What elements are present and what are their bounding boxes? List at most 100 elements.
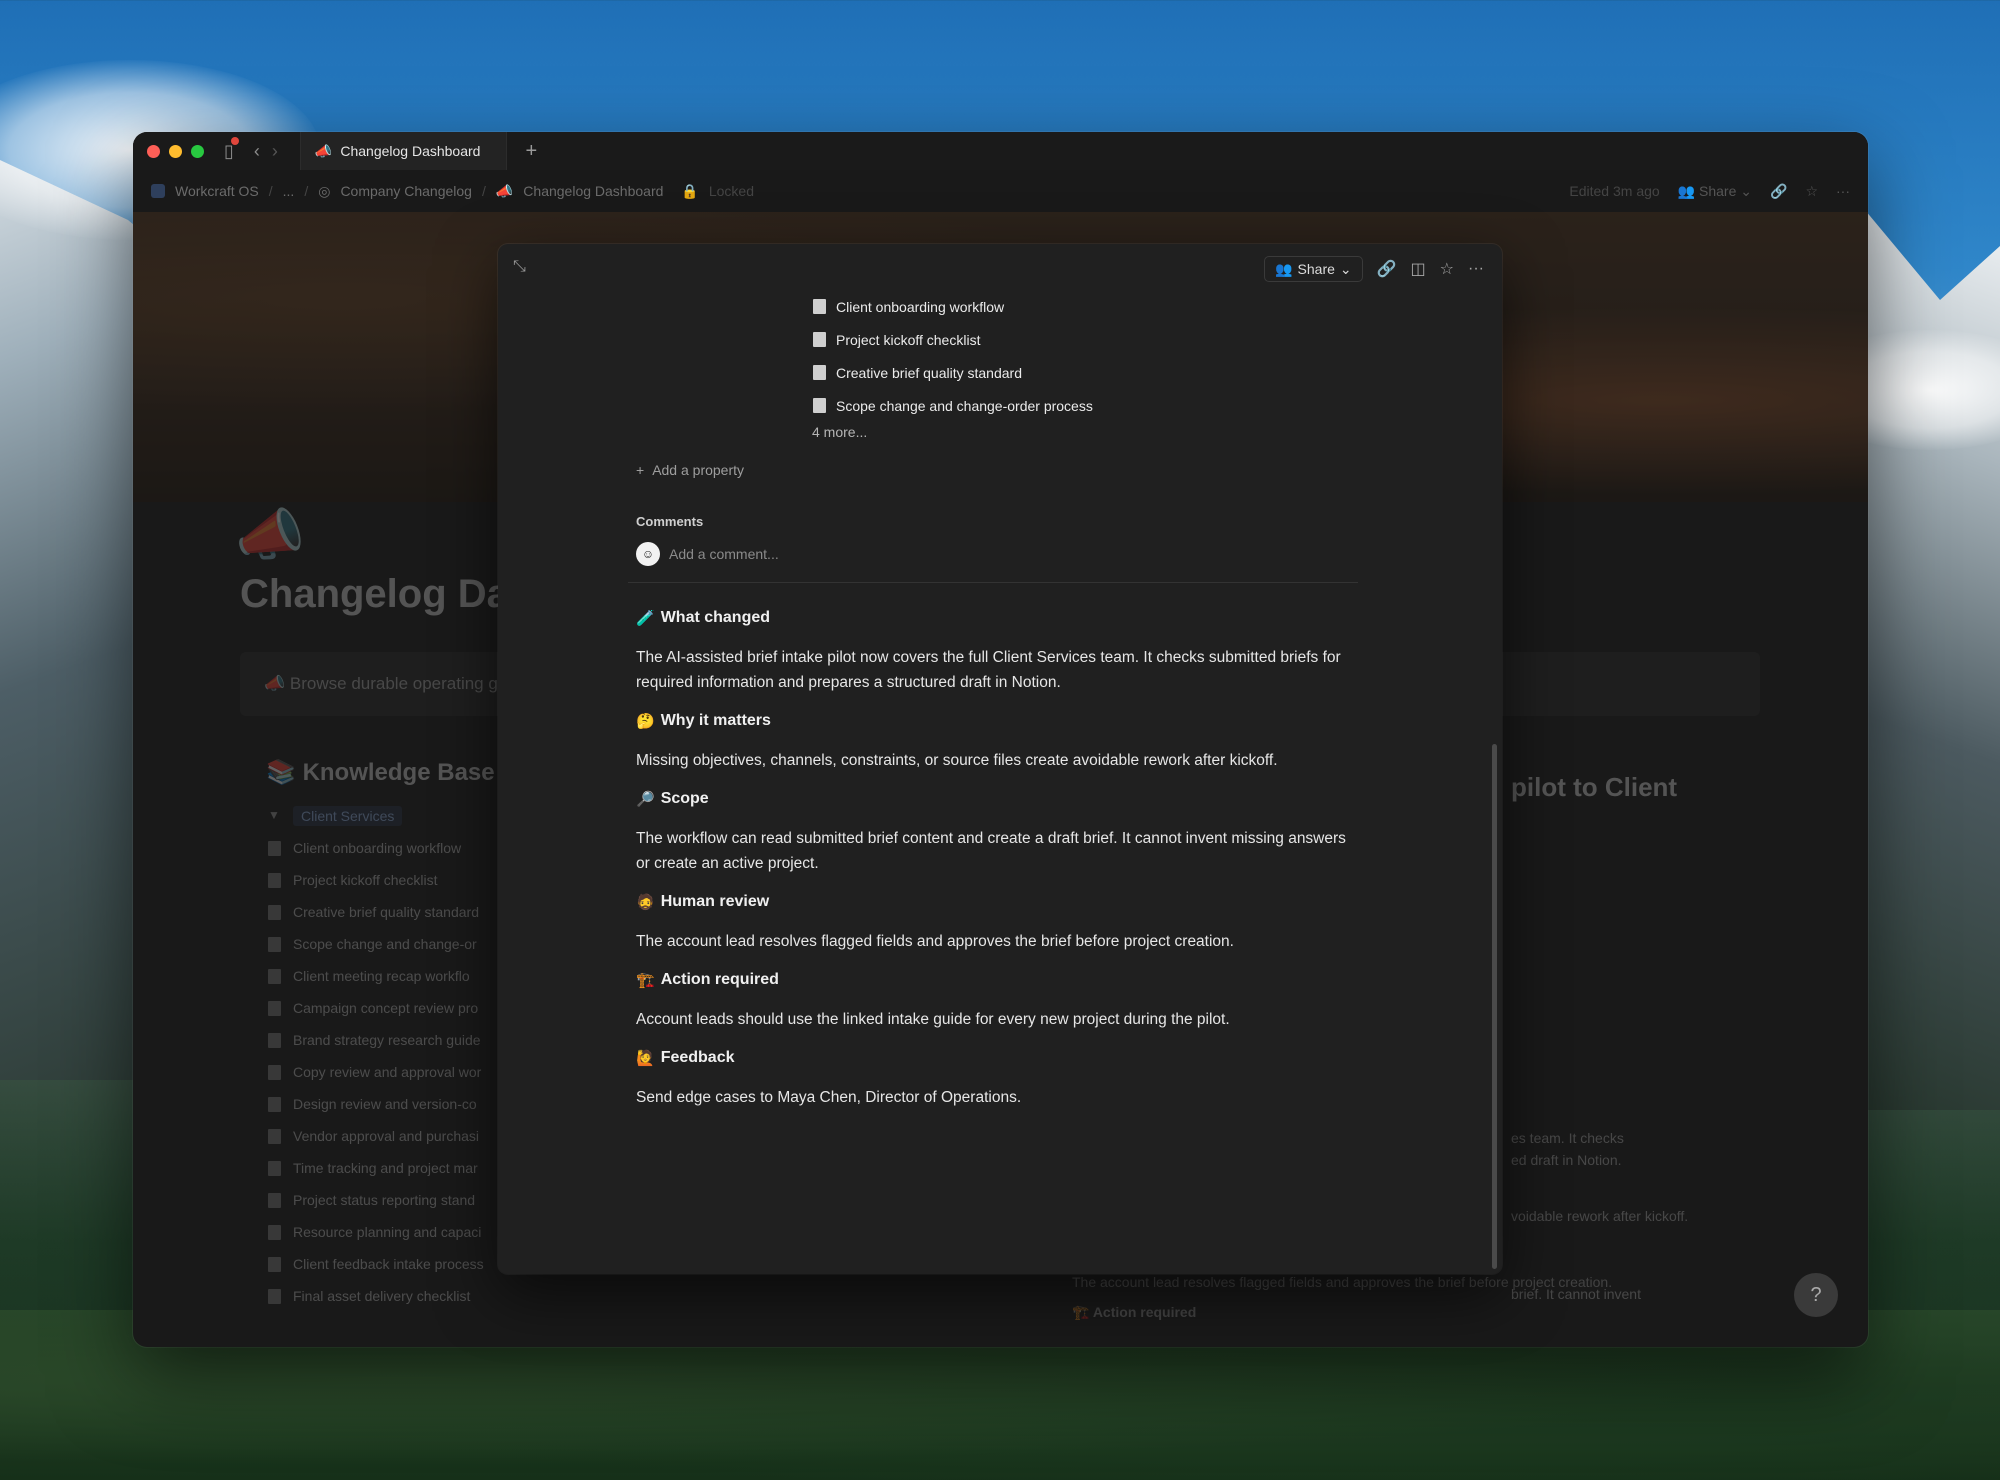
list-item[interactable]: Design review and version-co bbox=[268, 1088, 484, 1120]
list-item-label: Client onboarding workflow bbox=[293, 840, 462, 856]
comments-heading: Comments bbox=[636, 514, 704, 529]
scrollbar[interactable] bbox=[1492, 744, 1497, 1269]
section-text: The AI-assisted brief intake pilot now c… bbox=[636, 649, 1341, 691]
list-item[interactable]: Client onboarding workflow bbox=[268, 832, 484, 864]
comment-input[interactable]: Add a comment... bbox=[669, 546, 779, 562]
raised-hand-icon: 🙋 bbox=[636, 1050, 655, 1067]
megaphone-icon: 📣 bbox=[235, 503, 305, 566]
new-tab-button[interactable]: + bbox=[525, 140, 537, 163]
list-item[interactable]: Time tracking and project mar bbox=[268, 1152, 484, 1184]
page-icon bbox=[268, 1192, 281, 1208]
background-action-label: Action required bbox=[1092, 1304, 1197, 1320]
list-item-label: Copy review and approval wor bbox=[293, 1064, 482, 1080]
link-icon[interactable]: 🔗 bbox=[1770, 183, 1787, 200]
link-icon[interactable]: 🔗 bbox=[1377, 259, 1397, 279]
page-icon bbox=[268, 840, 281, 856]
list-item[interactable]: Campaign concept review pro bbox=[268, 992, 484, 1024]
share-label: Share bbox=[1297, 261, 1335, 277]
sidebar-toggle-icon[interactable]: ▯ bbox=[224, 137, 239, 160]
related-page-label: Creative brief quality standard bbox=[836, 364, 1022, 381]
related-page-link[interactable]: Client onboarding workflow bbox=[813, 290, 1093, 323]
collapse-caret-icon[interactable]: ▼ bbox=[268, 808, 280, 822]
section-heading-text: What changed bbox=[660, 609, 771, 626]
related-page-link[interactable]: Project kickoff checklist bbox=[813, 323, 1093, 356]
section-heading-text: Action required bbox=[660, 971, 779, 988]
help-button[interactable]: ? bbox=[1794, 1273, 1838, 1317]
tab-changelog-dashboard[interactable]: 📣 Changelog Dashboard bbox=[299, 132, 508, 170]
list-item[interactable]: Final asset delivery checklist bbox=[268, 1280, 484, 1312]
list-item[interactable]: Scope change and change-or bbox=[268, 928, 484, 960]
list-item[interactable]: Creative brief quality standard bbox=[268, 896, 484, 928]
list-item[interactable]: Copy review and approval wor bbox=[268, 1056, 484, 1088]
list-item-label: Final asset delivery checklist bbox=[293, 1288, 471, 1304]
list-item[interactable]: Brand strategy research guide bbox=[268, 1024, 484, 1056]
breadcrumb-item-ellipsis[interactable]: ... bbox=[283, 183, 295, 199]
add-property-button[interactable]: + Add a property bbox=[636, 462, 744, 478]
avatar: ☺ bbox=[636, 542, 660, 566]
more-options-icon[interactable]: ··· bbox=[1836, 183, 1850, 199]
back-arrow-icon[interactable]: ‹ bbox=[254, 142, 260, 160]
related-page-link[interactable]: Creative brief quality standard bbox=[813, 356, 1093, 389]
star-icon[interactable]: ☆ bbox=[1805, 183, 1818, 200]
list-item[interactable]: Client meeting recap workflo bbox=[268, 960, 484, 992]
section-heading: 🤔 Why it matters bbox=[636, 712, 1356, 730]
knowledge-base-title: Knowledge Base bbox=[302, 759, 495, 786]
background-snippet: ed draft in Notion. bbox=[1511, 1152, 1622, 1168]
thinking-face-icon: 🤔 bbox=[636, 713, 655, 730]
breadcrumb-item-workspace[interactable]: Workcraft OS bbox=[175, 183, 259, 199]
zoom-window-button[interactable] bbox=[191, 144, 204, 158]
comment-input-row[interactable]: ☺ Add a comment... bbox=[636, 542, 779, 566]
list-item-label: Creative brief quality standard bbox=[293, 904, 479, 920]
section-heading-text: Feedback bbox=[660, 1049, 735, 1066]
edited-timestamp: Edited 3m ago bbox=[1569, 183, 1660, 199]
list-item[interactable]: Client feedback intake process bbox=[268, 1248, 484, 1280]
list-item-label: Scope change and change-or bbox=[293, 936, 477, 952]
section-heading: 🙋 Feedback bbox=[636, 1049, 1356, 1067]
list-item[interactable]: Project kickoff checklist bbox=[268, 864, 484, 896]
section-text: The account lead resolves flagged fields… bbox=[636, 933, 1234, 950]
lock-icon: 🔒 bbox=[681, 182, 699, 199]
modal-actions: 👥 Share ⌄ 🔗 ◫ ☆ ··· bbox=[1264, 256, 1484, 282]
list-item-label: Client feedback intake process bbox=[293, 1256, 484, 1272]
top-share-button[interactable]: 👥 Share ⌄ bbox=[1678, 183, 1752, 200]
locked-label[interactable]: Locked bbox=[709, 183, 754, 199]
construction-icon: 🏗️ bbox=[636, 972, 655, 989]
breadcrumb-item-changelog-dashboard[interactable]: Changelog Dashboard bbox=[523, 183, 663, 199]
top-share-label: Share bbox=[1699, 182, 1737, 199]
list-item[interactable]: Resource planning and capaci bbox=[268, 1216, 484, 1248]
people-icon: 👥 bbox=[1275, 260, 1293, 277]
page-body: 🧪 What changed The AI-assisted brief inta… bbox=[636, 609, 1356, 1127]
related-page-link[interactable]: Scope change and change-order process bbox=[813, 389, 1093, 422]
page-peek-modal: ⤡ 👥 Share ⌄ 🔗 ◫ ☆ ··· Client onboarding … bbox=[498, 244, 1502, 1274]
star-icon[interactable]: ☆ bbox=[1440, 259, 1454, 279]
background-entry-title: pilot to Client bbox=[1511, 772, 1678, 802]
chevron-down-icon: ⌄ bbox=[1339, 260, 1352, 277]
share-button[interactable]: 👥 Share ⌄ bbox=[1264, 256, 1363, 282]
megaphone-icon: 📣 bbox=[495, 182, 514, 199]
forward-arrow-icon[interactable]: › bbox=[272, 142, 278, 160]
close-window-button[interactable] bbox=[147, 144, 160, 158]
megaphone-icon: 📣 bbox=[264, 674, 286, 693]
page-icon bbox=[813, 332, 826, 347]
page-icon bbox=[268, 904, 281, 920]
side-peek-icon[interactable]: ◫ bbox=[1411, 259, 1426, 279]
page-icon bbox=[268, 1256, 281, 1272]
expand-icon[interactable]: ⤡ bbox=[513, 258, 526, 276]
show-more-link[interactable]: 4 more... bbox=[812, 424, 867, 440]
callout-text: Browse durable operating gu bbox=[289, 674, 508, 693]
section-text: The workflow can read submitted brief co… bbox=[636, 830, 1346, 872]
background-snippet: es team. It checks bbox=[1511, 1130, 1624, 1146]
list-item[interactable]: Project status reporting stand bbox=[268, 1184, 484, 1216]
test-tube-icon: 🧪 bbox=[636, 610, 655, 627]
breadcrumb-item-company-changelog[interactable]: Company Changelog bbox=[340, 183, 472, 199]
minimize-window-button[interactable] bbox=[169, 144, 182, 158]
more-options-icon[interactable]: ··· bbox=[1468, 260, 1484, 278]
workspace-icon bbox=[151, 184, 165, 198]
background-action-heading: 🏗️ Action required bbox=[1072, 1304, 1197, 1320]
list-item[interactable]: Vendor approval and purchasi bbox=[268, 1120, 484, 1152]
globe-icon: ◎ bbox=[318, 182, 331, 199]
page-icon bbox=[268, 1096, 281, 1112]
group-label-client-services[interactable]: Client Services bbox=[293, 806, 403, 826]
magnifier-icon: 🔎 bbox=[636, 791, 655, 808]
page-icon bbox=[813, 398, 826, 413]
